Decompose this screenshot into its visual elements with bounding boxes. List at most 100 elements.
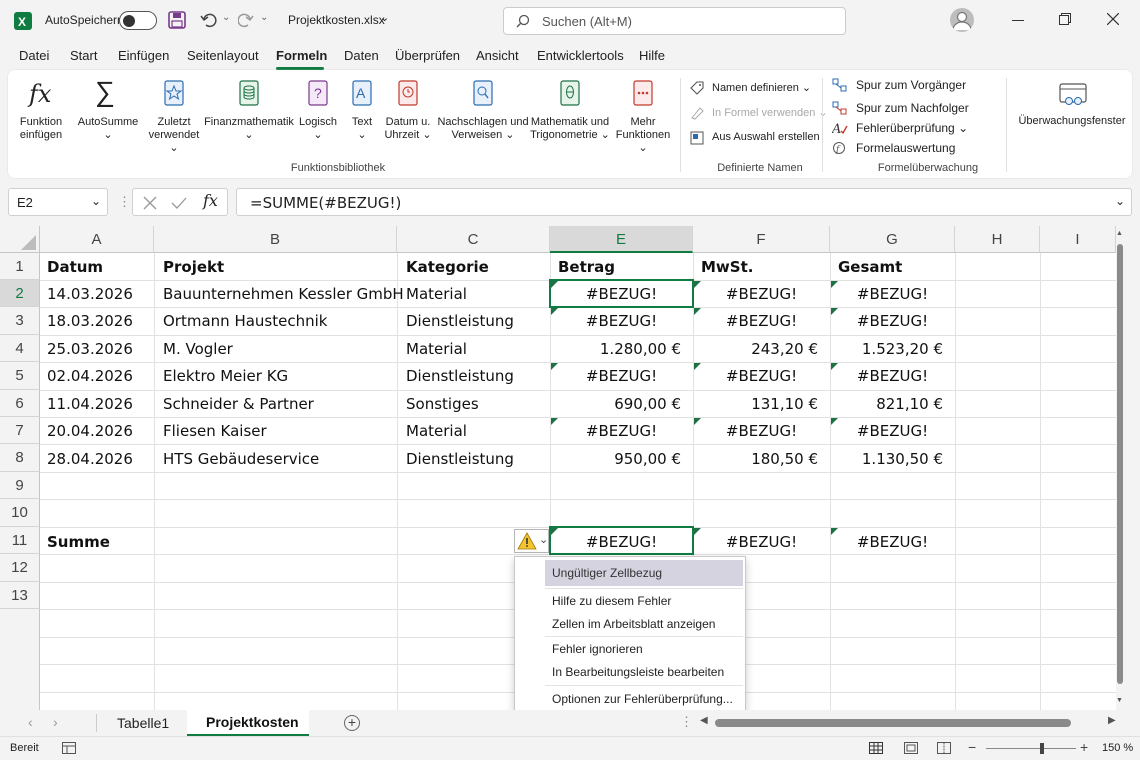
cell-total[interactable]: #BEZUG! bbox=[830, 312, 955, 330]
menu-item-error-checking-options[interactable]: Optionen zur Fehlerüberprüfung... bbox=[515, 687, 745, 711]
cell-category[interactable]: Material bbox=[406, 340, 467, 358]
scroll-left-icon[interactable]: ◀ bbox=[700, 715, 708, 726]
horizontal-scroll-thumb[interactable] bbox=[715, 719, 1071, 727]
undo-icon[interactable] bbox=[200, 11, 218, 29]
date-time-button[interactable]: Datum u. Uhrzeit ⌄ bbox=[382, 76, 434, 148]
cell-category[interactable]: Material bbox=[406, 422, 467, 440]
menu-seitenlayout[interactable]: Seitenlayout bbox=[187, 48, 259, 63]
sheet-tab-projektkosten[interactable]: Projektkosten bbox=[187, 710, 309, 736]
zoom-level[interactable]: 150 % bbox=[1102, 742, 1133, 754]
restore-icon[interactable] bbox=[1059, 13, 1071, 25]
cell-category[interactable]: Dienstleistung bbox=[406, 450, 514, 468]
formula-input[interactable]: =SUMME(#BEZUG!) ⌄ bbox=[236, 188, 1132, 216]
cell-date[interactable]: 14.03.2026 bbox=[47, 285, 133, 303]
column-header-h[interactable]: H bbox=[955, 226, 1040, 253]
insert-function-button[interactable]: fx Funktion einfügen bbox=[12, 76, 70, 148]
select-all-corner[interactable] bbox=[0, 226, 40, 253]
minimize-icon[interactable] bbox=[1012, 20, 1024, 21]
math-trig-button[interactable]: Mathematik und Trigonometrie ⌄ bbox=[530, 76, 610, 148]
row-header-9[interactable]: 9 bbox=[0, 472, 40, 499]
cell-date[interactable]: 20.04.2026 bbox=[47, 422, 133, 440]
drag-handle-icon[interactable]: ⋮ bbox=[118, 194, 131, 210]
row-header-3[interactable]: 3 bbox=[0, 307, 40, 335]
prev-sheet-icon[interactable]: ‹ bbox=[28, 714, 33, 730]
cell-amount[interactable]: #BEZUG! bbox=[550, 367, 693, 385]
sum-total[interactable]: #BEZUG! bbox=[830, 533, 955, 551]
autosave-toggle[interactable] bbox=[119, 11, 157, 30]
cell-vat[interactable]: 180,50 € bbox=[693, 450, 818, 468]
row-header-12[interactable]: 12 bbox=[0, 554, 40, 582]
menu-einfuegen[interactable]: Einfügen bbox=[118, 48, 169, 63]
cell-project[interactable]: Bauunternehmen Kessler GmbH bbox=[163, 285, 404, 303]
menu-item-ignore-error[interactable]: Fehler ignorieren bbox=[515, 637, 745, 661]
cell-date[interactable]: 25.03.2026 bbox=[47, 340, 133, 358]
autosum-button[interactable]: ∑ AutoSumme ⌄ bbox=[76, 76, 140, 148]
cell-vat[interactable]: 243,20 € bbox=[693, 340, 818, 358]
more-functions-button[interactable]: Mehr Funktionen ⌄ bbox=[610, 76, 676, 154]
column-header-f[interactable]: F bbox=[693, 226, 830, 253]
cell-vat[interactable]: #BEZUG! bbox=[693, 312, 830, 330]
sheet-tab-tabelle1[interactable]: Tabelle1 bbox=[117, 715, 169, 731]
cell-amount[interactable]: 1.280,00 € bbox=[550, 340, 681, 358]
column-header-a[interactable]: A bbox=[40, 226, 154, 253]
logical-button[interactable]: ? Logisch ⌄ bbox=[294, 76, 342, 148]
cell-total[interactable]: #BEZUG! bbox=[830, 285, 955, 303]
enter-check-icon[interactable] bbox=[171, 196, 187, 210]
tab-splitter-icon[interactable]: ⋮ bbox=[680, 714, 693, 730]
cell-project[interactable]: Schneider & Partner bbox=[163, 395, 314, 413]
cell-project[interactable]: Ortmann Haustechnik bbox=[163, 312, 327, 330]
row-header-13[interactable]: 13 bbox=[0, 582, 40, 609]
menu-start[interactable]: Start bbox=[70, 48, 97, 63]
recently-used-button[interactable]: Zuletzt verwendet ⌄ bbox=[144, 76, 204, 154]
header-kategorie[interactable]: Kategorie bbox=[406, 258, 489, 276]
menu-hilfe[interactable]: Hilfe bbox=[639, 48, 665, 63]
scroll-up-icon[interactable]: ▲ bbox=[1116, 230, 1123, 237]
row-header-10[interactable]: 10 bbox=[0, 499, 40, 527]
cell-amount[interactable]: 950,00 € bbox=[550, 450, 681, 468]
vertical-scroll-thumb[interactable] bbox=[1117, 244, 1123, 684]
trace-dependents-button[interactable]: Spur zum Nachfolger bbox=[832, 100, 992, 118]
column-header-g[interactable]: G bbox=[830, 226, 955, 253]
cell-date[interactable]: 18.03.2026 bbox=[47, 312, 133, 330]
menu-daten[interactable]: Daten bbox=[344, 48, 379, 63]
cell-project[interactable]: HTS Gebäudeservice bbox=[163, 450, 319, 468]
header-mwst[interactable]: MwSt. bbox=[701, 258, 753, 276]
cell-vat[interactable]: 131,10 € bbox=[693, 395, 818, 413]
file-name-chevron-icon[interactable]: ⌄ bbox=[380, 11, 389, 24]
menu-entwicklertools[interactable]: Entwicklertools bbox=[537, 48, 624, 63]
menu-ansicht[interactable]: Ansicht bbox=[476, 48, 519, 63]
row-header-2[interactable]: 2 bbox=[0, 280, 40, 307]
cell-category[interactable]: Sonstiges bbox=[406, 395, 479, 413]
menu-ueberpruefen[interactable]: Überprüfen bbox=[395, 48, 460, 63]
zoom-in-icon[interactable]: + bbox=[1080, 739, 1088, 755]
accessibility-icon[interactable] bbox=[62, 742, 76, 754]
zoom-slider-track[interactable] bbox=[986, 748, 1076, 749]
menu-datei[interactable]: Datei bbox=[19, 48, 49, 63]
expand-formula-chevron-icon[interactable]: ⌄ bbox=[1115, 194, 1125, 208]
search-box[interactable]: Suchen (Alt+M) bbox=[503, 7, 846, 35]
lookup-reference-button[interactable]: Nachschlagen und Verweisen ⌄ bbox=[436, 76, 530, 148]
cell-project[interactable]: Fliesen Kaiser bbox=[163, 422, 267, 440]
header-betrag[interactable]: Betrag bbox=[558, 258, 615, 276]
normal-view-icon[interactable] bbox=[869, 742, 883, 754]
column-header-e[interactable]: E bbox=[550, 226, 693, 253]
define-name-button[interactable]: Namen definieren ⌄ bbox=[690, 80, 830, 98]
next-sheet-icon[interactable]: › bbox=[53, 714, 58, 730]
column-header-b[interactable]: B bbox=[154, 226, 397, 253]
row-header-11[interactable]: 11 bbox=[0, 527, 40, 554]
cell-category[interactable]: Material bbox=[406, 285, 467, 303]
menu-item-help-on-error[interactable]: Hilfe zu diesem Fehler bbox=[515, 589, 745, 613]
header-projekt[interactable]: Projekt bbox=[163, 258, 224, 276]
save-icon[interactable] bbox=[168, 11, 186, 29]
cell-total[interactable]: 1.130,50 € bbox=[830, 450, 943, 468]
cell-total[interactable]: #BEZUG! bbox=[830, 422, 955, 440]
add-sheet-icon[interactable]: + bbox=[344, 715, 360, 731]
cell-date[interactable]: 28.04.2026 bbox=[47, 450, 133, 468]
name-box-chevron-icon[interactable]: ⌄ bbox=[91, 194, 101, 208]
cell-category[interactable]: Dienstleistung bbox=[406, 312, 514, 330]
cell-project[interactable]: Elektro Meier KG bbox=[163, 367, 288, 385]
menu-formeln[interactable]: Formeln bbox=[276, 48, 327, 63]
customize-toolbar-icon[interactable]: ⌄ bbox=[260, 12, 268, 23]
vertical-scrollbar[interactable]: ▲ ▼ bbox=[1116, 226, 1124, 710]
cell-total[interactable]: 1.523,20 € bbox=[830, 340, 943, 358]
